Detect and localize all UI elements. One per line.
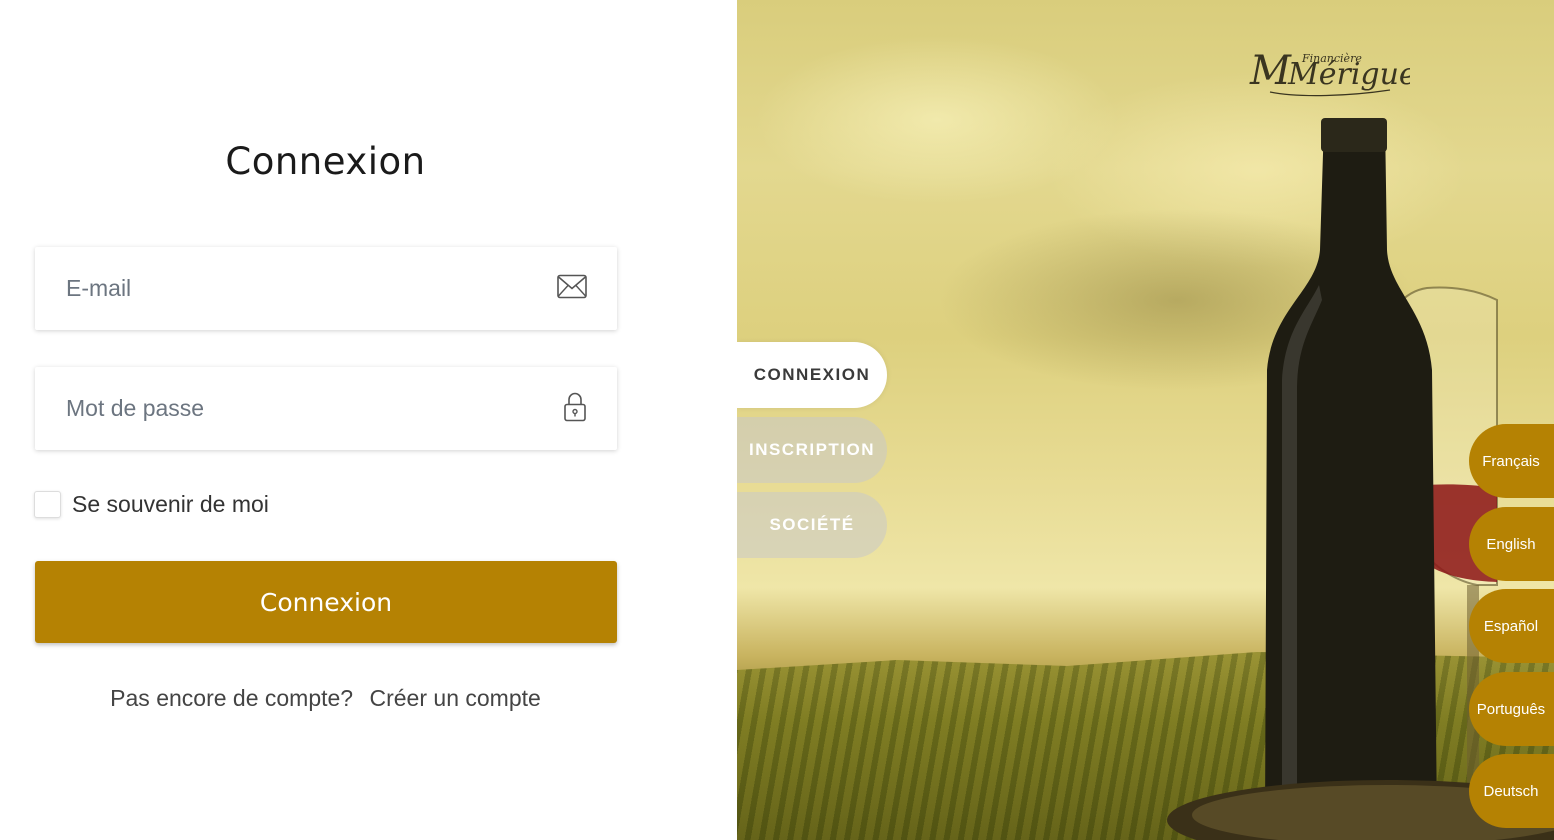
svg-text:Financière: Financière [1301, 52, 1362, 65]
remember-me-checkbox[interactable] [34, 490, 61, 518]
remember-me-label[interactable]: Se souvenir de moi [72, 491, 269, 518]
language-francais[interactable]: Français [1469, 424, 1554, 498]
hero-image-panel: M Mériguet Financière CONNEXION INSCRIPT… [737, 0, 1554, 840]
language-portugues[interactable]: Português [1469, 672, 1554, 746]
language-deutsch[interactable]: Deutsch [1469, 754, 1554, 828]
page-title: Connexion [225, 140, 426, 183]
password-field-container [35, 367, 617, 450]
email-field[interactable] [35, 247, 617, 330]
lock-icon [563, 391, 587, 426]
remember-me: Se souvenir de moi [34, 489, 269, 519]
login-panel: Connexion Se souvenir de moi Connexio [0, 0, 737, 840]
envelope-icon [557, 274, 587, 303]
login-button[interactable]: Connexion [35, 561, 617, 643]
create-account-link[interactable]: Créer un compte [370, 685, 541, 711]
no-account-text: Pas encore de compte? [110, 685, 354, 711]
tab-societe[interactable]: SOCIÉTÉ [737, 492, 887, 558]
language-english[interactable]: English [1469, 507, 1554, 581]
svg-text:M: M [1249, 48, 1292, 94]
email-field-container [35, 247, 617, 330]
language-espanol[interactable]: Español [1469, 589, 1554, 663]
password-field[interactable] [35, 367, 617, 450]
brand-logo: M Mériguet Financière [1240, 40, 1430, 112]
tab-inscription[interactable]: INSCRIPTION [737, 417, 887, 483]
tab-connexion[interactable]: CONNEXION [737, 342, 887, 408]
signup-prompt: Pas encore de compte? Créer un compte [0, 685, 651, 712]
